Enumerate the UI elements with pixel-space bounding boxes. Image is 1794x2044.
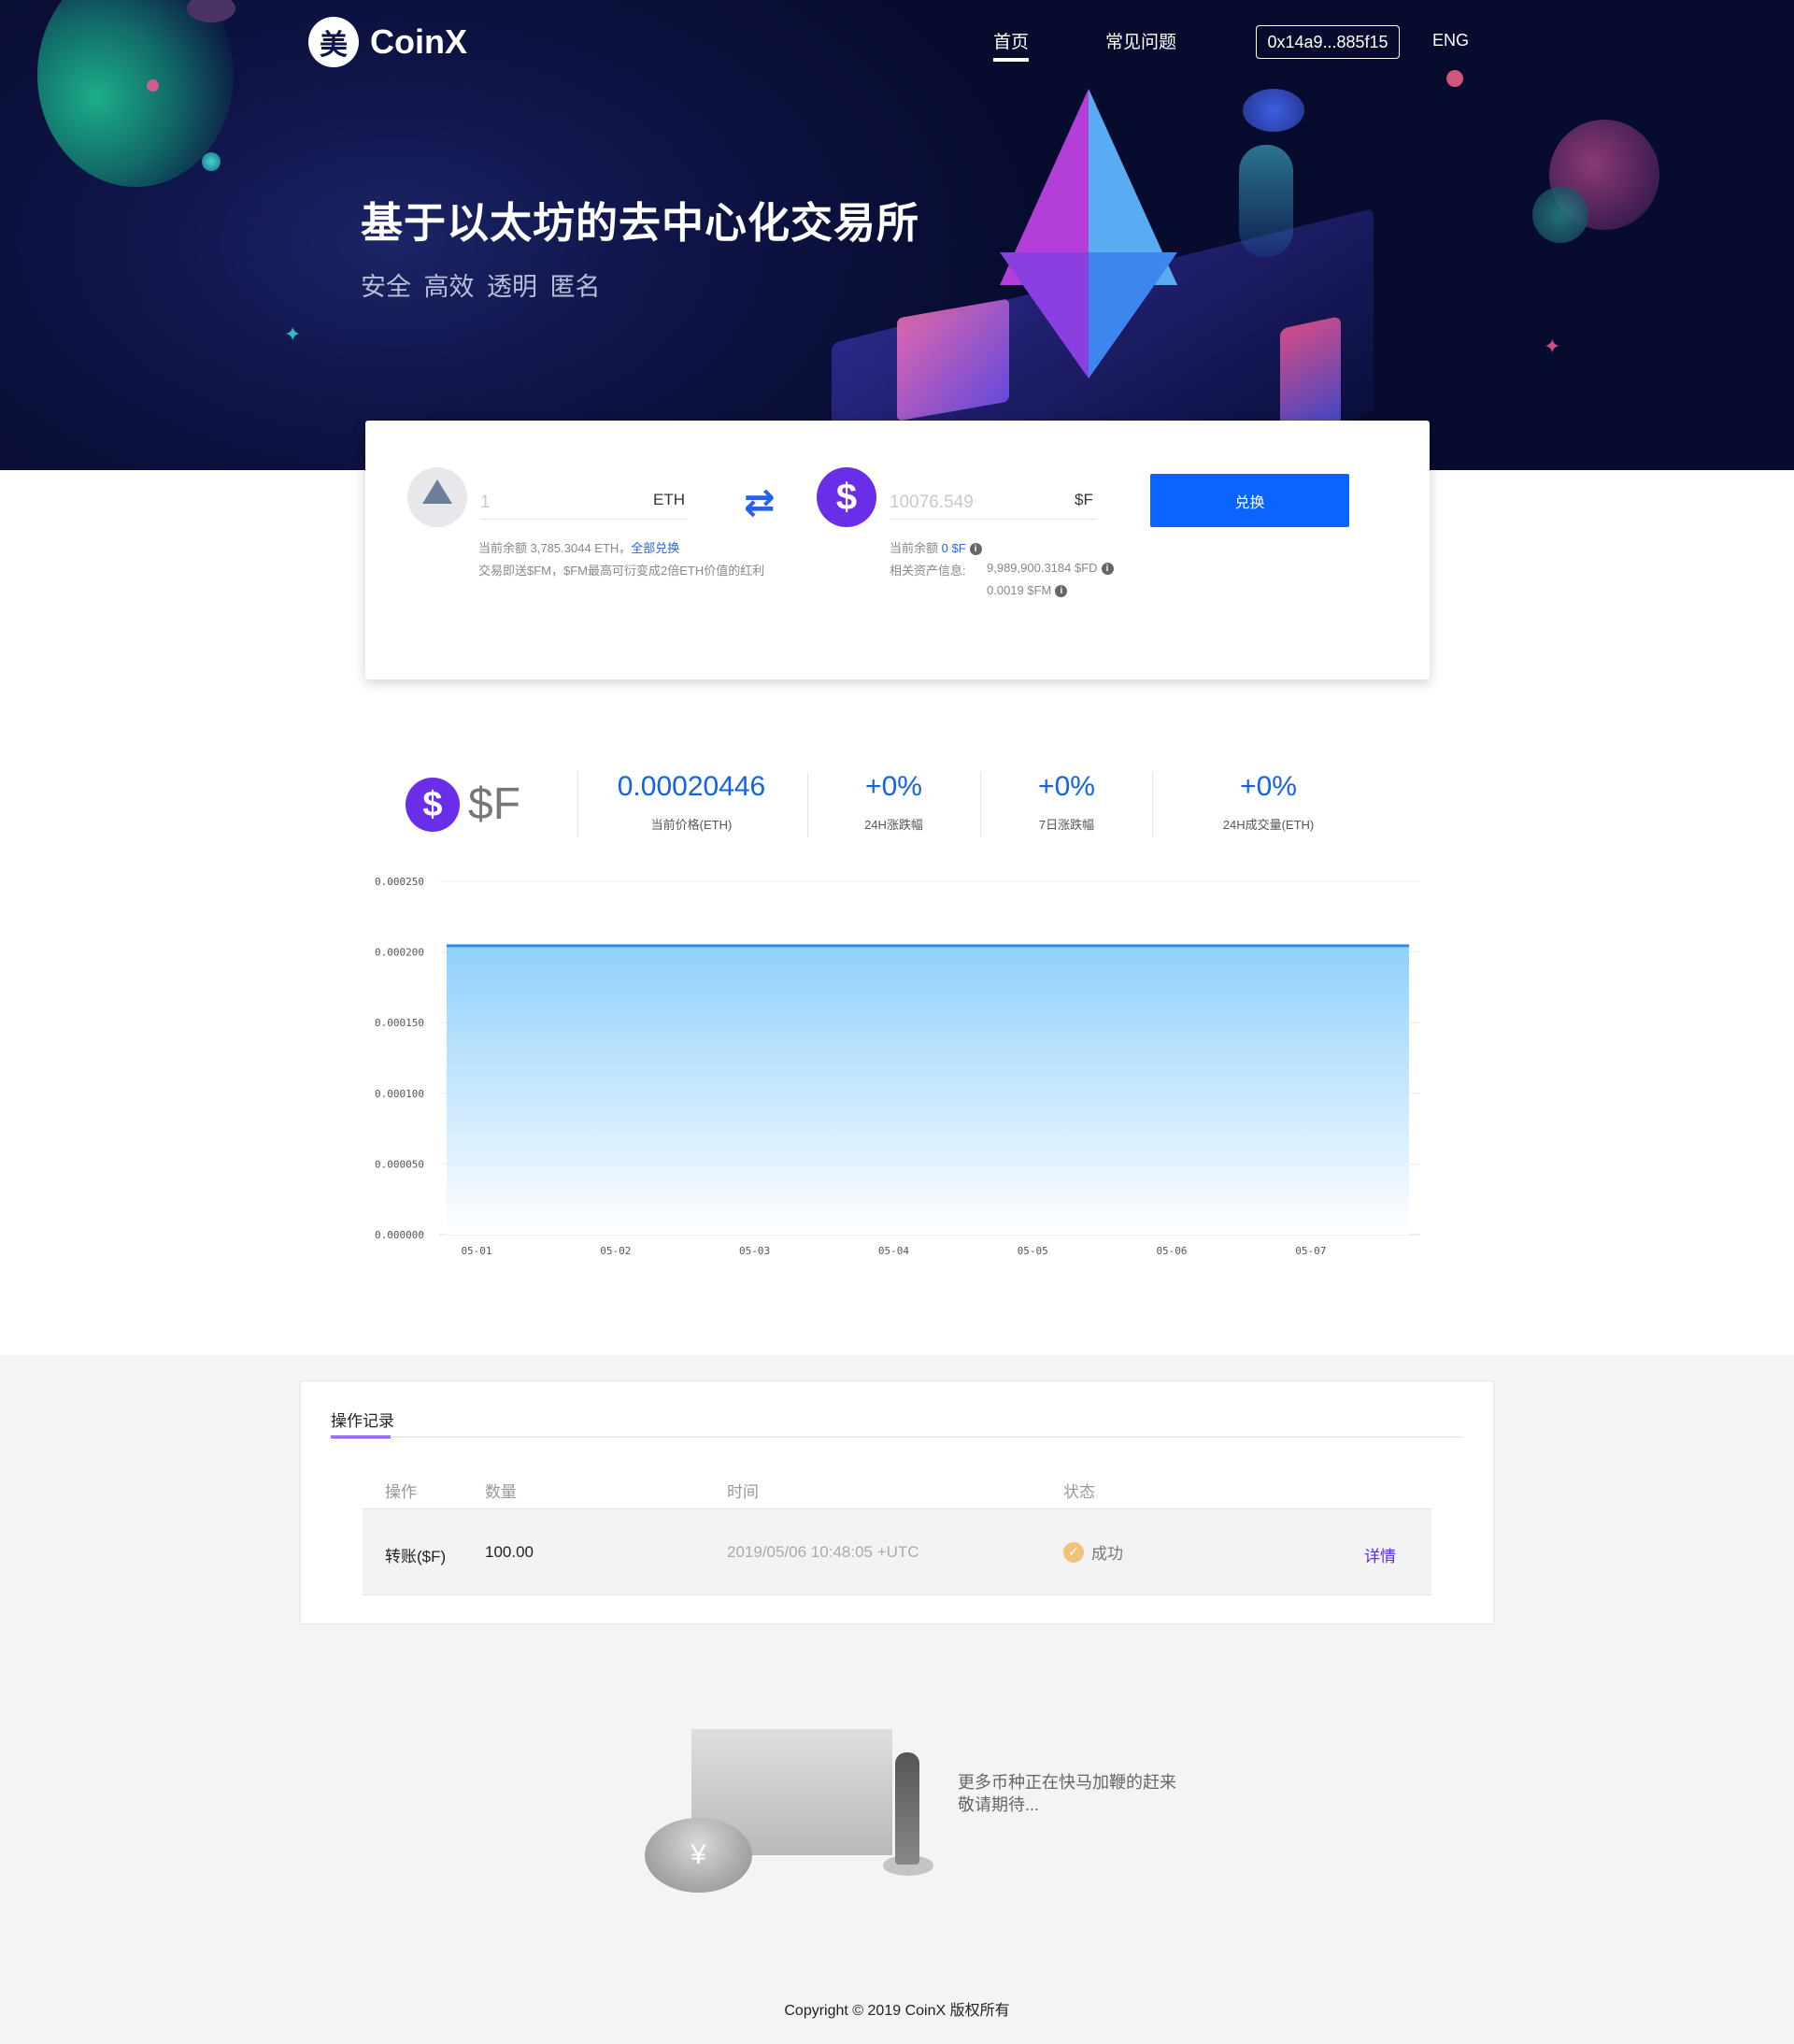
hero-subtitle: 安全 高效 透明 匿名 xyxy=(361,273,601,301)
sf-coin-icon: $ xyxy=(817,467,876,527)
row-amount: 100.00 xyxy=(485,1543,534,1561)
info-icon[interactable]: i xyxy=(969,543,982,556)
planet-decoration xyxy=(1532,187,1588,243)
stat-24h-change-label: 24H涨跌幅 xyxy=(864,818,923,832)
assets-label: 相关资产信息: xyxy=(890,564,966,578)
column-header-action: 操作 xyxy=(385,1483,417,1501)
swap-arrows-icon[interactable]: ⇄ xyxy=(744,481,776,524)
data-point xyxy=(1247,945,1249,947)
y-tick-label: 0.000200 xyxy=(375,947,424,959)
stat-price-label: 当前价格(ETH) xyxy=(650,818,733,832)
column-header-amount: 数量 xyxy=(485,1483,517,1501)
eth-balance-text: 当前余额 3,785.3044 ETH， xyxy=(478,541,632,555)
sf-token-icon: $ xyxy=(406,778,460,832)
x-tick-label: 05-04 xyxy=(878,1245,909,1257)
cloud-icon xyxy=(1243,89,1304,132)
x-tick-label: 05-03 xyxy=(739,1245,770,1257)
assets-fm: 0.0019 $FM i xyxy=(987,583,1068,598)
wallet-address-button[interactable]: 0x14a9...885f15 xyxy=(1256,25,1400,59)
screen-shape xyxy=(897,298,1009,422)
nav-faq[interactable]: 常见问题 xyxy=(1105,28,1176,53)
row-status: ✓ 成功 xyxy=(1063,1540,1123,1564)
person-illustration xyxy=(895,1752,919,1865)
hologram-tube xyxy=(1239,145,1293,257)
footer-copyright: Copyright © 2019 CoinX 版权所有 xyxy=(784,2003,1010,2019)
data-point xyxy=(766,945,768,947)
stat-24h-change-value: +0% xyxy=(865,771,922,802)
data-point xyxy=(446,945,448,947)
exchange-all-link[interactable]: 全部兑换 xyxy=(631,541,679,555)
divider xyxy=(807,772,808,837)
assets-fd-value: 9,989,900.3184 $FD xyxy=(987,561,1098,575)
data-point xyxy=(606,945,608,947)
coming-soon-line2: 敬请期待... xyxy=(958,1795,1040,1814)
success-check-icon: ✓ xyxy=(1063,1541,1084,1563)
assets-fm-value: 0.0019 $FM xyxy=(987,583,1052,597)
ethereum-illustration xyxy=(813,89,1374,470)
exchange-card: ETH ⇄ $ $F 兑换 当前余额 3,785.3044 ETH，全部兑换 交… xyxy=(365,421,1430,679)
table-row: 转账($F) 100.00 2019/05/06 10:48:05 +UTC ✓… xyxy=(363,1508,1431,1595)
y-tick-label: 0.000100 xyxy=(375,1088,424,1100)
y-tick-label: 0.000050 xyxy=(375,1158,424,1170)
y-tick-label: 0.000000 xyxy=(375,1229,424,1241)
y-tick-label: 0.000150 xyxy=(375,1017,424,1029)
nav-home[interactable]: 首页 xyxy=(993,28,1030,62)
logo[interactable]: 美 CoinX xyxy=(308,17,467,67)
yuan-coin-icon: ¥ xyxy=(645,1818,752,1893)
sparkle-icon: ✦ xyxy=(1544,335,1561,358)
y-tick-label: 0.000250 xyxy=(375,876,424,888)
data-point xyxy=(927,945,929,947)
dot-decoration xyxy=(147,79,159,92)
sf-balance: 当前余额 0 $F i xyxy=(890,538,982,556)
exchange-button[interactable]: 兑换 xyxy=(1150,474,1349,527)
tab-operation-records[interactable]: 操作记录 xyxy=(331,1408,394,1438)
eth-balance: 当前余额 3,785.3044 ETH，全部兑换 xyxy=(478,538,679,556)
logo-icon: 美 xyxy=(308,17,359,67)
coming-soon-line1: 更多币种正在快马加鞭的赶来 xyxy=(958,1773,1176,1792)
sf-amount-input[interactable] xyxy=(890,486,1097,520)
divider xyxy=(980,772,981,837)
stat-24h-volume-label: 24H成交量(ETH) xyxy=(1222,818,1315,832)
column-header-status: 状态 xyxy=(1063,1483,1095,1501)
bonus-note: 交易即送$FM，$FM最高可衍变成2倍ETH价值的红利 xyxy=(478,564,765,578)
records-panel: 操作记录 操作 数量 时间 状态 转账($F) 100.00 2019/05/0… xyxy=(300,1380,1494,1624)
row-detail-link[interactable]: 详情 xyxy=(1364,1543,1396,1566)
sf-balance-label: 当前余额 xyxy=(890,541,942,555)
area-fill xyxy=(447,945,1409,1235)
ethereum-logo-facet xyxy=(1089,252,1177,379)
info-icon[interactable]: i xyxy=(1101,563,1114,576)
x-tick-label: 05-02 xyxy=(600,1245,631,1257)
language-switch[interactable]: ENG xyxy=(1432,31,1469,50)
stat-24h-volume-value: +0% xyxy=(1240,771,1297,802)
x-tick-label: 05-06 xyxy=(1156,1245,1187,1257)
data-point xyxy=(1408,945,1410,947)
column-header-time: 时间 xyxy=(727,1483,759,1501)
dot-decoration xyxy=(202,152,221,171)
data-point xyxy=(1088,945,1089,947)
stat-7d-change-label: 7日涨跌幅 xyxy=(1038,818,1095,832)
x-tick-label: 05-07 xyxy=(1295,1245,1326,1257)
hero-banner: ✦ ✦ 美 CoinX 首页 常见问题 0x14a9...885f15 ENG … xyxy=(0,0,1794,470)
token-name: $F xyxy=(468,779,521,829)
coming-soon-illustration: ¥ xyxy=(645,1710,972,1925)
x-tick-label: 05-01 xyxy=(461,1245,491,1257)
sf-unit-label: $F xyxy=(1075,491,1093,508)
divider xyxy=(577,772,578,837)
info-icon[interactable]: i xyxy=(1055,585,1068,598)
sf-balance-value: 0 $F xyxy=(941,541,966,555)
x-tick-label: 05-05 xyxy=(1018,1245,1048,1257)
row-time: 2019/05/06 10:48:05 +UTC xyxy=(727,1543,919,1561)
stat-7d-change-value: +0% xyxy=(1038,771,1095,802)
divider xyxy=(1152,772,1153,837)
row-status-text: 成功 xyxy=(1091,1545,1123,1563)
eth-coin-icon xyxy=(407,467,467,527)
price-chart: 0.000250 0.000200 0.000150 0.000100 0.000050… xyxy=(375,876,1420,1257)
eth-unit-label: ETH xyxy=(653,491,685,508)
sparkle-icon: ✦ xyxy=(284,322,302,346)
row-action: 转账($F) xyxy=(385,1548,447,1565)
assets-fd: 9,989,900.3184 $FD i xyxy=(987,561,1114,576)
stat-price-value: 0.00020446 xyxy=(617,771,766,802)
dot-decoration xyxy=(1446,70,1463,87)
logo-text: CoinX xyxy=(370,22,467,61)
